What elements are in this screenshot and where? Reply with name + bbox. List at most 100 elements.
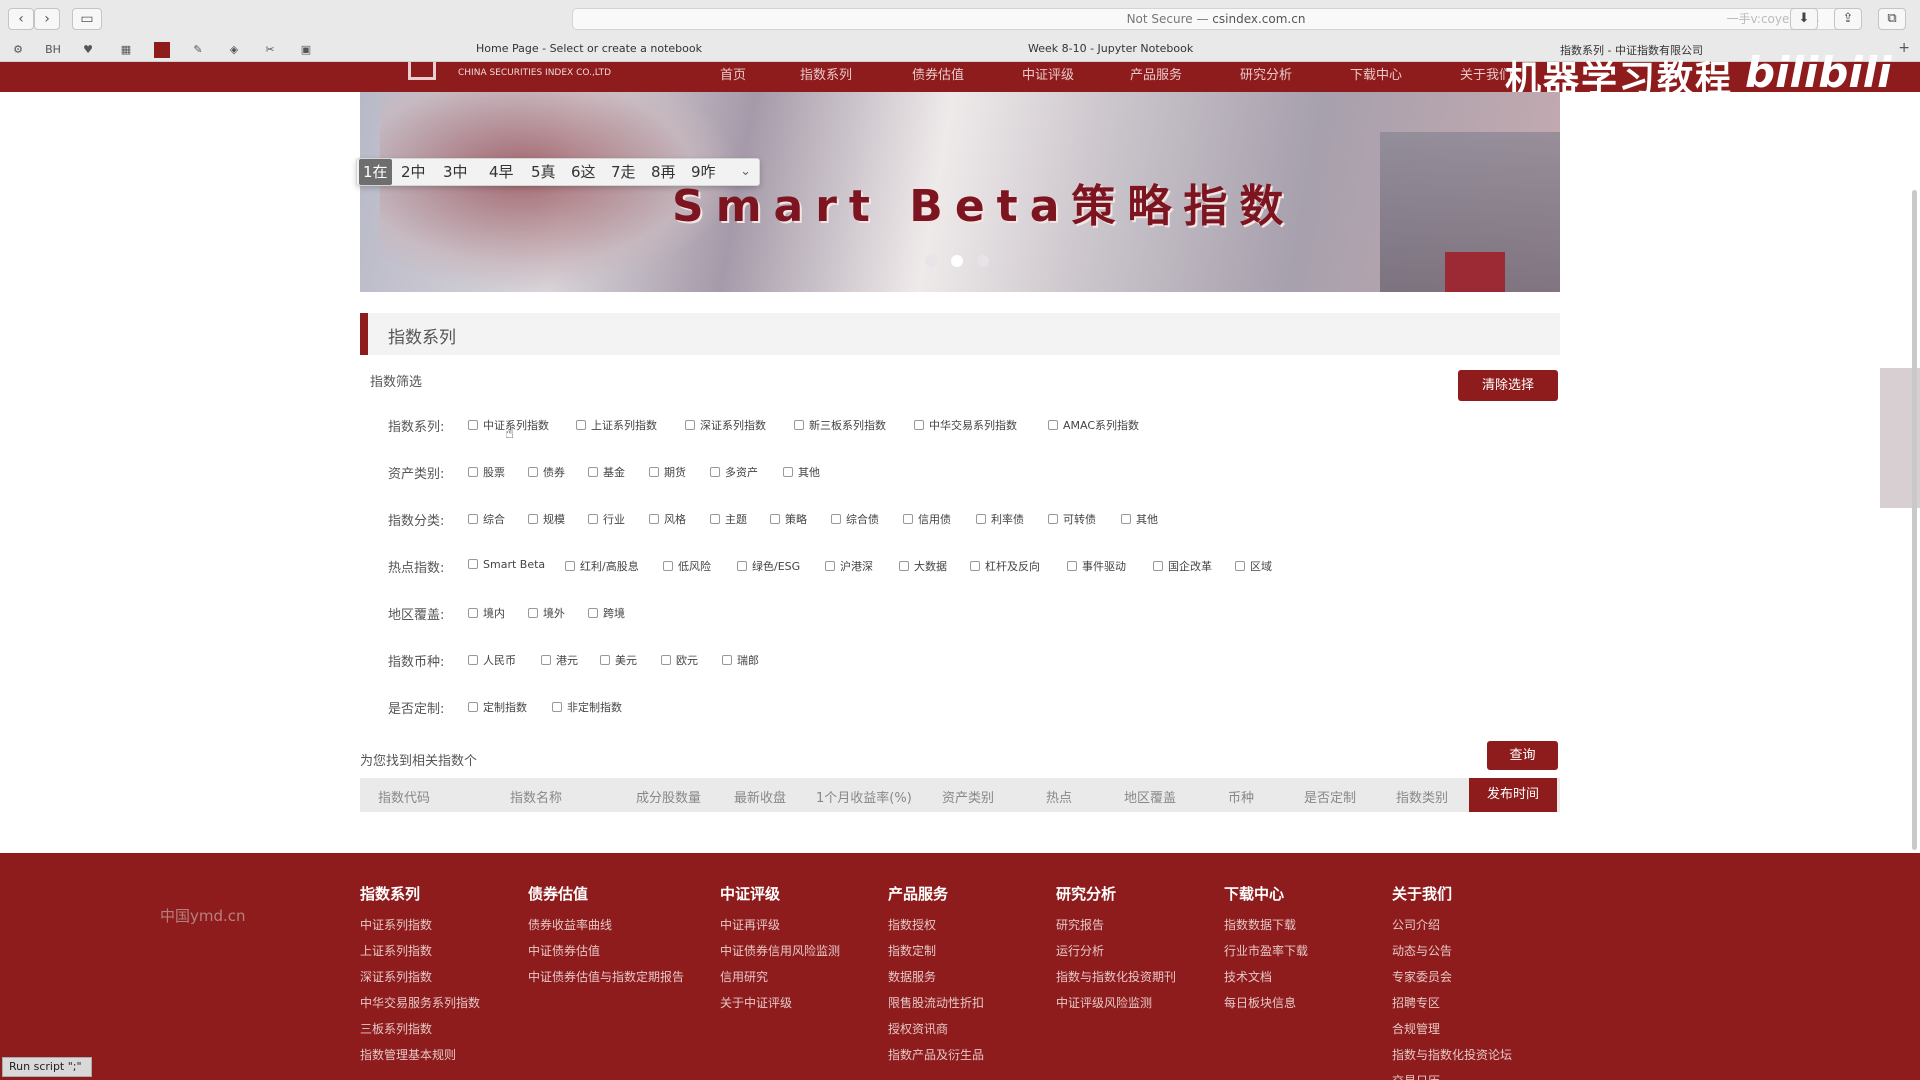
footer-link[interactable]: 动态与公告 [1392, 938, 1512, 964]
footer-link[interactable]: 招聘专区 [1392, 990, 1512, 1016]
checkbox[interactable] [661, 655, 671, 665]
checkbox[interactable] [649, 514, 659, 524]
filter-option[interactable]: 债券 [528, 464, 565, 480]
filter-option[interactable]: 中华交易系列指数 [914, 417, 1017, 433]
checkbox[interactable] [1121, 514, 1131, 524]
checkbox[interactable] [783, 467, 793, 477]
checkbox[interactable] [737, 561, 747, 571]
nav-index-series[interactable]: 指数系列 [800, 64, 852, 83]
carousel-dot[interactable] [977, 255, 989, 267]
checkbox[interactable] [1153, 561, 1163, 571]
query-button[interactable]: 查询 [1487, 741, 1558, 770]
filter-option[interactable]: 上证系列指数 [576, 417, 657, 433]
settings-icon[interactable]: ⚙ [10, 42, 26, 58]
checkbox[interactable] [468, 467, 478, 477]
footer-link[interactable]: 公司介绍 [1392, 912, 1512, 938]
tab-home-page[interactable]: Home Page - Select or create a notebook [476, 42, 702, 55]
footer-link[interactable]: 指数产品及衍生品 [888, 1042, 984, 1068]
col-hot[interactable]: 热点 [1046, 787, 1072, 806]
tools-icon[interactable]: ✂ [262, 42, 278, 58]
footer-link[interactable]: 合规管理 [1392, 1016, 1512, 1042]
filter-option[interactable]: 事件驱动 [1067, 558, 1126, 574]
checkbox[interactable] [468, 514, 478, 524]
footer-link[interactable]: 深证系列指数 [360, 964, 480, 990]
filter-option[interactable]: 人民币 [468, 652, 516, 668]
footer-link[interactable]: 中华交易服务系列指数 [360, 990, 480, 1016]
nav-products[interactable]: 产品服务 [1130, 64, 1182, 83]
filter-option[interactable]: 低风险 [663, 558, 711, 574]
new-tab-icon[interactable]: + [1898, 40, 1910, 56]
footer-link[interactable]: 行业市盈率下载 [1224, 938, 1308, 964]
filter-option[interactable]: 其他 [783, 464, 820, 480]
ime-candidate[interactable]: 2中 [401, 159, 426, 185]
filter-option[interactable]: Smart Beta [468, 558, 545, 571]
checkbox[interactable] [663, 561, 673, 571]
filter-option[interactable]: 定制指数 [468, 699, 527, 715]
footer-link[interactable]: 指数管理基本规则 [360, 1042, 480, 1068]
footer-link[interactable]: 指数与指数化投资论坛 [1392, 1042, 1512, 1068]
footer-link[interactable]: 三板系列指数 [360, 1016, 480, 1042]
address-bar[interactable]: Not Secure — csindex.com.cn 一手v:coyerrec… [572, 8, 1860, 30]
footer-link[interactable]: 中证再评级 [720, 912, 840, 938]
ime-candidate[interactable]: 7走 [611, 159, 636, 185]
filter-option[interactable]: 策略 [770, 511, 807, 527]
shield-icon[interactable]: ◈ [226, 42, 242, 58]
footer-link[interactable]: 每日板块信息 [1224, 990, 1308, 1016]
filter-option[interactable]: 其他 [1121, 511, 1158, 527]
ime-candidate[interactable]: 1在 [359, 159, 392, 185]
checkbox[interactable] [831, 514, 841, 524]
red-square-icon[interactable] [154, 42, 170, 58]
col-index-code[interactable]: 指数代码 [378, 787, 430, 806]
checkbox[interactable] [468, 608, 478, 618]
back-button[interactable]: ‹ [8, 8, 34, 30]
bookmark-bh[interactable]: BH [42, 42, 64, 58]
hero-banner[interactable]: Smart Beta策略指数 [360, 92, 1560, 292]
checkbox[interactable] [1235, 561, 1245, 571]
checkbox[interactable] [1048, 514, 1058, 524]
carousel-dot[interactable] [925, 255, 937, 267]
footer-link[interactable]: 指数定制 [888, 938, 984, 964]
filter-option[interactable]: 股票 [468, 464, 505, 480]
checkbox[interactable] [565, 561, 575, 571]
col-region[interactable]: 地区覆盖 [1124, 787, 1176, 806]
filter-option[interactable]: 期货 [649, 464, 686, 480]
footer-link[interactable]: 运行分析 [1056, 938, 1176, 964]
filter-option[interactable]: 风格 [649, 511, 686, 527]
footer-link[interactable]: 专家委员会 [1392, 964, 1512, 990]
checkbox[interactable] [903, 514, 913, 524]
sidebar-toggle-icon[interactable]: ▭ [72, 8, 102, 30]
checkbox[interactable] [468, 559, 478, 569]
ime-candidate[interactable]: 4早 [489, 159, 514, 185]
tabs-overview-icon[interactable]: ⧉ [1878, 8, 1906, 30]
col-currency[interactable]: 币种 [1228, 787, 1254, 806]
edit-icon[interactable]: ✎ [190, 42, 206, 58]
save-icon[interactable]: ▣ [298, 42, 314, 58]
site-logo-icon[interactable] [408, 62, 436, 80]
checkbox[interactable] [600, 655, 610, 665]
footer-link[interactable]: 限售股流动性折扣 [888, 990, 984, 1016]
footer-link[interactable]: 数据服务 [888, 964, 984, 990]
checkbox[interactable] [770, 514, 780, 524]
nav-home[interactable]: 首页 [720, 64, 746, 83]
checkbox[interactable] [588, 514, 598, 524]
footer-link[interactable]: 指数授权 [888, 912, 984, 938]
filter-option[interactable]: 规模 [528, 511, 565, 527]
filter-option[interactable]: 信用债 [903, 511, 951, 527]
checkbox[interactable] [528, 514, 538, 524]
footer-link[interactable]: 中证债券估值 [528, 938, 684, 964]
col-index-name[interactable]: 指数名称 [510, 787, 562, 806]
col-1m-return[interactable]: 1个月收益率(%) [816, 787, 912, 806]
checkbox[interactable] [914, 420, 924, 430]
footer-link[interactable]: 授权资讯商 [888, 1016, 984, 1042]
forward-button[interactable]: › [34, 8, 60, 30]
checkbox[interactable] [976, 514, 986, 524]
filter-option[interactable]: 基金 [588, 464, 625, 480]
col-asset-class[interactable]: 资产类别 [942, 787, 994, 806]
footer-link[interactable]: 上证系列指数 [360, 938, 480, 964]
footer-link[interactable]: 指数与指数化投资期刊 [1056, 964, 1176, 990]
checkbox[interactable] [970, 561, 980, 571]
checkbox[interactable] [588, 467, 598, 477]
checkbox[interactable] [794, 420, 804, 430]
filter-option[interactable]: 区域 [1235, 558, 1272, 574]
footer-link[interactable]: 中证系列指数 [360, 912, 480, 938]
